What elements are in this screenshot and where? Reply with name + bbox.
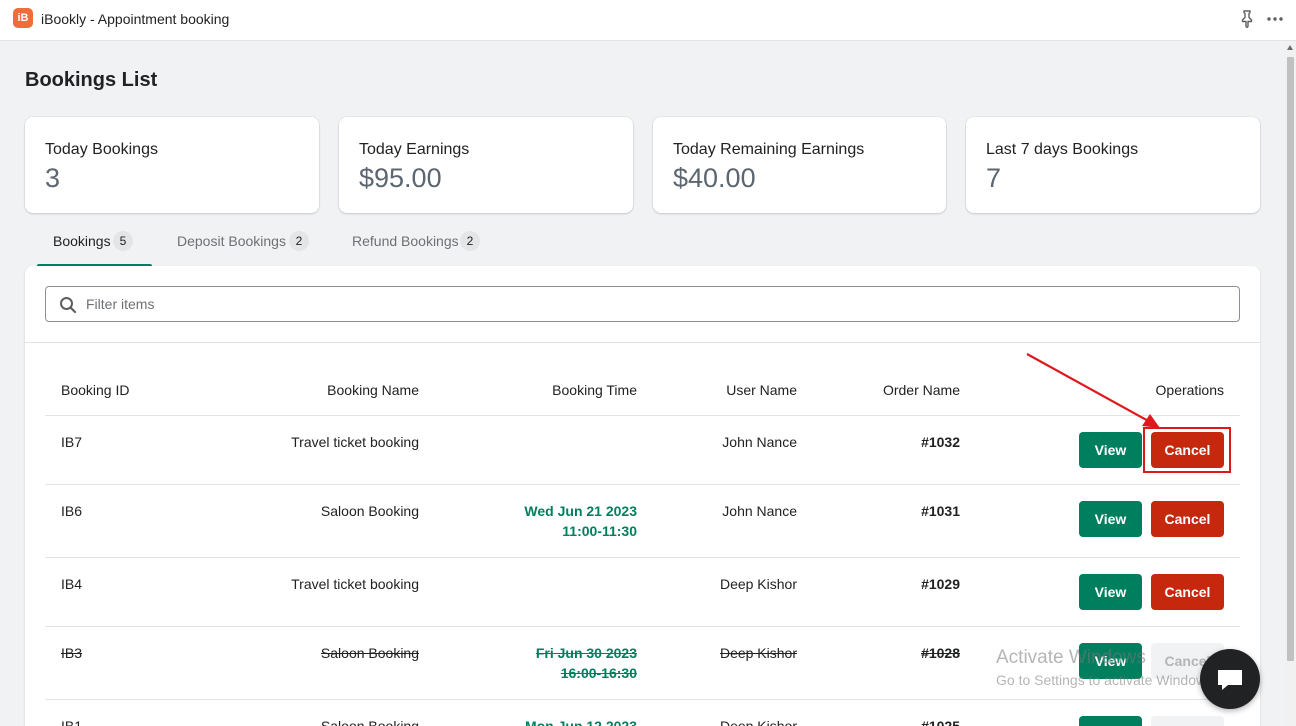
watermark-subtitle: Go to Settings to activate Windows. <box>996 672 1217 688</box>
filter-search-box[interactable] <box>45 286 1240 322</box>
card-divider <box>25 342 1260 343</box>
tab-label: Deposit Bookings <box>177 233 286 249</box>
cell-booking-name: Saloon Booking <box>320 645 419 661</box>
page-title: Bookings List <box>25 69 158 91</box>
cell-booking-time: Wed Jun 21 2023 11:00-11:30 <box>524 501 637 541</box>
stat-value: $95.00 <box>359 163 442 193</box>
cell-order-name[interactable]: #1025 <box>921 718 960 726</box>
cell-order-name[interactable]: #1029 <box>921 576 960 592</box>
app-title: iBookly - Appointment booking <box>41 11 230 27</box>
cell-booking-name: Saloon Booking <box>320 503 419 519</box>
cell-booking-time: Mon Jun 12 2023 <box>525 716 637 726</box>
page-scrollbar[interactable] <box>1285 41 1296 726</box>
cell-booking-id: IB1 <box>61 718 83 726</box>
cell-user-name: Deep Kishor <box>719 645 797 661</box>
annotation-arrow <box>1026 353 1160 428</box>
tab-count-badge: 2 <box>460 231 480 251</box>
app-topbar: iB iBookly - Appointment booking <box>0 0 1296 41</box>
stat-label: Last 7 days Bookings <box>986 141 1139 158</box>
stat-value: 3 <box>45 163 61 193</box>
stat-label: Today Remaining Earnings <box>673 141 865 158</box>
header-booking-name[interactable]: Booking Name <box>327 382 419 398</box>
stat-label: Today Earnings <box>359 141 470 158</box>
booking-time-date: Fri Jun 30 2023 <box>535 645 637 661</box>
cell-booking-id: IB7 <box>61 434 83 450</box>
scroll-up-arrow-icon[interactable] <box>1287 45 1293 50</box>
cell-user-name: Deep Kishor <box>719 576 797 592</box>
tab-label: Refund Bookings <box>352 233 459 249</box>
row-divider <box>45 484 1240 485</box>
cell-order-name[interactable]: #1031 <box>921 503 960 519</box>
windows-activation-watermark: Activate Windows Go to Settings to activ… <box>996 647 1217 688</box>
stat-value: $40.00 <box>673 163 756 193</box>
row-divider <box>45 557 1240 558</box>
cell-booking-name: Travel ticket booking <box>291 576 419 592</box>
view-button[interactable]: View <box>1079 716 1142 726</box>
tab-label: Bookings <box>53 233 111 249</box>
more-options-icon[interactable] <box>1266 10 1284 28</box>
annotation-highlight-box <box>1143 427 1231 473</box>
stat-card-today-bookings: Today Bookings 3 <box>25 117 319 213</box>
filter-input[interactable] <box>86 288 1226 320</box>
scrollbar-thumb[interactable] <box>1287 57 1294 661</box>
row-divider <box>45 626 1240 627</box>
cell-booking-id: IB4 <box>61 576 83 592</box>
app-logo-icon: iB <box>13 8 33 28</box>
cell-booking-id: IB3 <box>61 645 83 661</box>
chat-bubble-icon <box>1218 670 1242 690</box>
header-user-name[interactable]: User Name <box>726 382 797 398</box>
cell-order-name[interactable]: #1028 <box>921 645 960 661</box>
stat-card-last-7-days: Last 7 days Bookings 7 <box>966 117 1260 213</box>
search-icon <box>60 297 77 314</box>
chat-support-button[interactable] <box>1200 649 1260 709</box>
cancel-button[interactable]: Cancel <box>1151 574 1224 610</box>
booking-time-range: 11:00-11:30 <box>562 523 637 539</box>
cell-booking-name: Saloon Booking <box>320 718 419 726</box>
header-booking-id[interactable]: Booking ID <box>61 382 129 398</box>
cell-user-name: John Nance <box>722 503 797 519</box>
booking-time-date: Mon Jun 12 2023 <box>524 718 637 726</box>
tab-count-badge: 5 <box>113 231 133 251</box>
stat-label: Today Bookings <box>45 141 158 158</box>
view-button[interactable]: View <box>1079 574 1142 610</box>
tab-refund-bookings[interactable]: Refund Bookings 2 <box>336 230 496 266</box>
stat-value: 7 <box>986 163 1002 193</box>
cell-order-name[interactable]: #1032 <box>921 434 960 450</box>
watermark-title: Activate Windows <box>996 647 1146 668</box>
cell-booking-name: Travel ticket booking <box>291 434 419 450</box>
row-divider <box>45 699 1240 700</box>
booking-time-date: Wed Jun 21 2023 <box>524 503 637 519</box>
tab-deposit-bookings[interactable]: Deposit Bookings 2 <box>161 230 326 266</box>
header-order-name[interactable]: Order Name <box>883 382 960 398</box>
stat-card-remaining-earnings: Today Remaining Earnings $40.00 <box>653 117 946 213</box>
stat-card-today-earnings: Today Earnings $95.00 <box>339 117 633 213</box>
cell-booking-id: IB6 <box>61 503 83 519</box>
header-booking-time[interactable]: Booking Time <box>552 382 637 398</box>
view-button[interactable]: View <box>1079 501 1142 537</box>
tab-count-badge: 2 <box>289 231 309 251</box>
tab-bookings[interactable]: Bookings 5 <box>37 230 152 267</box>
view-button[interactable]: View <box>1079 432 1142 468</box>
booking-time-range: 16:00-16:30 <box>560 665 637 681</box>
pin-icon[interactable] <box>1239 10 1255 28</box>
cancel-button[interactable]: Cancel <box>1151 501 1224 537</box>
cell-user-name: Deep Kishor <box>719 718 797 726</box>
cell-user-name: John Nance <box>722 434 797 450</box>
cancel-button-disabled: Cancel <box>1151 716 1224 726</box>
cell-booking-time: Fri Jun 30 2023 16:00-16:30 <box>536 643 637 683</box>
